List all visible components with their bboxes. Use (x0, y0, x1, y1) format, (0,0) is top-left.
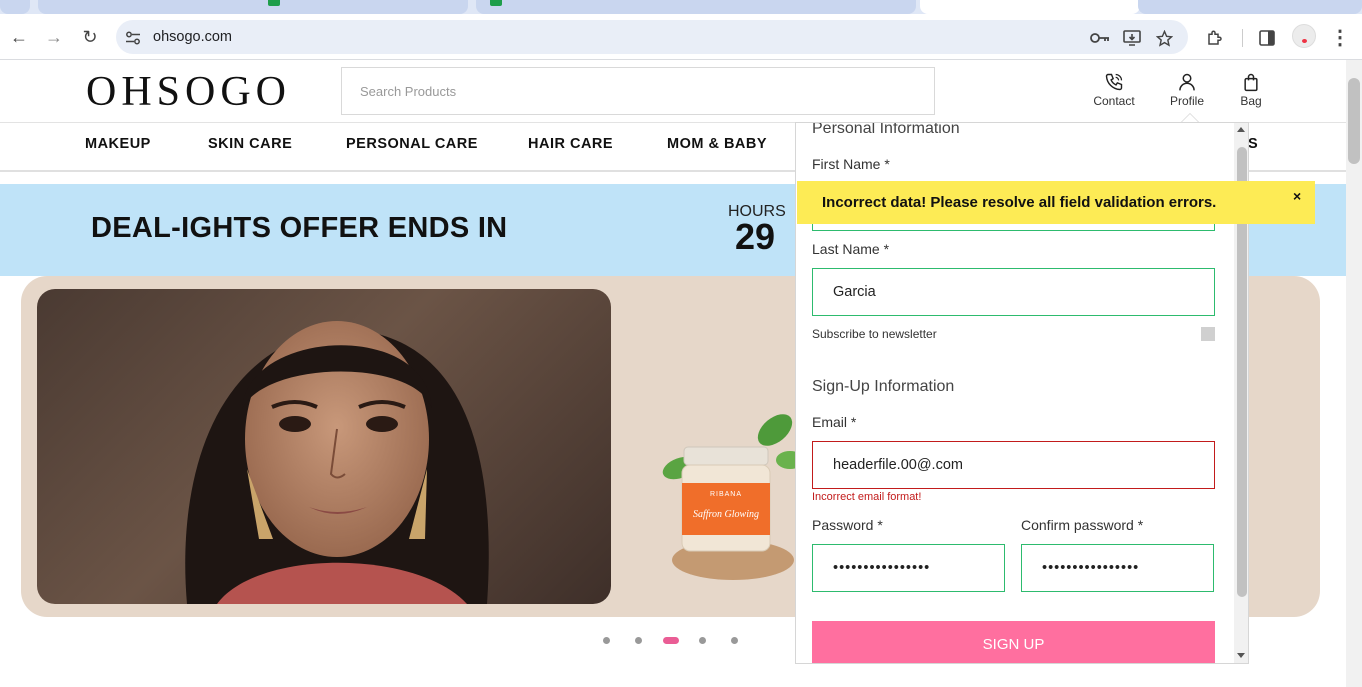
side-panel-icon[interactable] (1256, 27, 1278, 49)
site-logo[interactable]: OHSOGO (86, 68, 291, 116)
hero-model-image (37, 289, 611, 604)
browser-tab[interactable] (476, 0, 916, 14)
email-field[interactable]: headerfile.00@.com (812, 441, 1215, 489)
header-bag-label: Bag (1240, 94, 1262, 108)
phone-icon (1086, 72, 1142, 92)
countdown-hours-value: 29 (735, 216, 776, 257)
last-name-label: Last Name * (812, 241, 890, 257)
email-error-message: Incorrect email format! (812, 491, 922, 503)
nav-mom-baby[interactable]: MOM & BABY (667, 136, 767, 152)
nav-skin-care[interactable]: SKIN CARE (208, 136, 292, 152)
confirm-password-label: Confirm password * (1021, 517, 1144, 533)
header-profile-label: Profile (1169, 94, 1204, 108)
nav-hair-care[interactable]: HAIR CARE (528, 136, 613, 152)
newsletter-label: Subscribe to newsletter (812, 327, 937, 341)
password-field[interactable]: •••••••••••••••• (812, 544, 1005, 592)
header-contact[interactable]: Contact (1086, 72, 1142, 108)
email-value: headerfile.00@.com (833, 457, 963, 473)
address-bar[interactable] (116, 20, 1188, 54)
header-contact-label: Contact (1093, 94, 1135, 108)
email-label: Email * (812, 414, 857, 430)
nav-personal-care[interactable]: PERSONAL CARE (346, 136, 478, 152)
key-icon[interactable] (1089, 27, 1111, 49)
extensions-puzzle-icon[interactable] (1204, 27, 1226, 49)
profile-avatar[interactable] (1292, 24, 1316, 48)
product-name: Saffron Glowing (692, 509, 760, 520)
dropdown-caret-fill (1182, 114, 1198, 122)
last-name-value: Garcia (833, 284, 876, 300)
toast-close-icon[interactable]: × (1293, 188, 1301, 204)
personal-info-title: Personal Information (812, 122, 960, 137)
sheets-favicon-icon (490, 0, 502, 6)
search-input[interactable]: Search Products (341, 67, 935, 115)
scroll-up-arrow-icon[interactable] (1237, 127, 1245, 132)
product-jar-image: RIBANA Saffron Glowing (680, 445, 772, 553)
site-settings-icon[interactable] (122, 27, 144, 49)
browser-tab[interactable] (0, 0, 30, 14)
signup-button[interactable]: SIGN UP (812, 621, 1215, 663)
carousel-dot-active[interactable] (663, 637, 679, 644)
browser-tab[interactable] (38, 0, 468, 14)
scroll-down-arrow-icon[interactable] (1237, 653, 1245, 658)
validation-toast: Incorrect data! Please resolve all field… (797, 181, 1315, 224)
reload-icon[interactable]: ↻ (75, 22, 105, 52)
forward-arrow-icon[interactable]: → (39, 22, 69, 52)
header-bag[interactable]: Bag (1223, 72, 1279, 108)
search-placeholder: Search Products (360, 83, 457, 99)
address-url[interactable]: ohsogo.com (153, 29, 232, 45)
password-value: •••••••••••••••• (833, 560, 931, 576)
carousel-dot[interactable] (635, 637, 642, 644)
sheets-favicon-icon (268, 0, 280, 6)
deal-title: DEAL-IGHTS OFFER ENDS IN (91, 212, 508, 244)
back-arrow-icon[interactable]: ← (4, 22, 34, 52)
last-name-field[interactable]: Garcia (812, 268, 1215, 316)
browser-tab[interactable] (1138, 0, 1362, 14)
person-icon (1159, 72, 1215, 92)
browser-menu-icon[interactable]: ⋮ (1325, 22, 1355, 52)
header-profile[interactable]: Profile (1159, 72, 1215, 108)
product-brand: RIBANA (709, 491, 743, 498)
browser-tab-active[interactable] (920, 0, 1140, 14)
newsletter-checkbox[interactable] (1201, 327, 1215, 341)
carousel-dot[interactable] (603, 637, 610, 644)
page-scrollbar-thumb[interactable] (1348, 78, 1360, 164)
carousel-dot[interactable] (699, 637, 706, 644)
toast-message: Incorrect data! Please resolve all field… (822, 194, 1217, 211)
toolbar-divider (1242, 29, 1243, 47)
signup-info-title: Sign-Up Information (812, 378, 955, 395)
first-name-label: First Name * (812, 156, 890, 172)
confirm-password-value: •••••••••••••••• (1042, 560, 1140, 576)
carousel-dot[interactable] (731, 637, 738, 644)
bookmark-star-icon[interactable] (1153, 27, 1175, 49)
password-label: Password * (812, 517, 883, 533)
nav-category-partial[interactable]: S (1248, 136, 1258, 152)
bag-icon (1223, 72, 1279, 92)
confirm-password-field[interactable]: •••••••••••••••• (1021, 544, 1214, 592)
install-app-icon[interactable] (1121, 27, 1143, 49)
nav-makeup[interactable]: MAKEUP (85, 136, 151, 152)
